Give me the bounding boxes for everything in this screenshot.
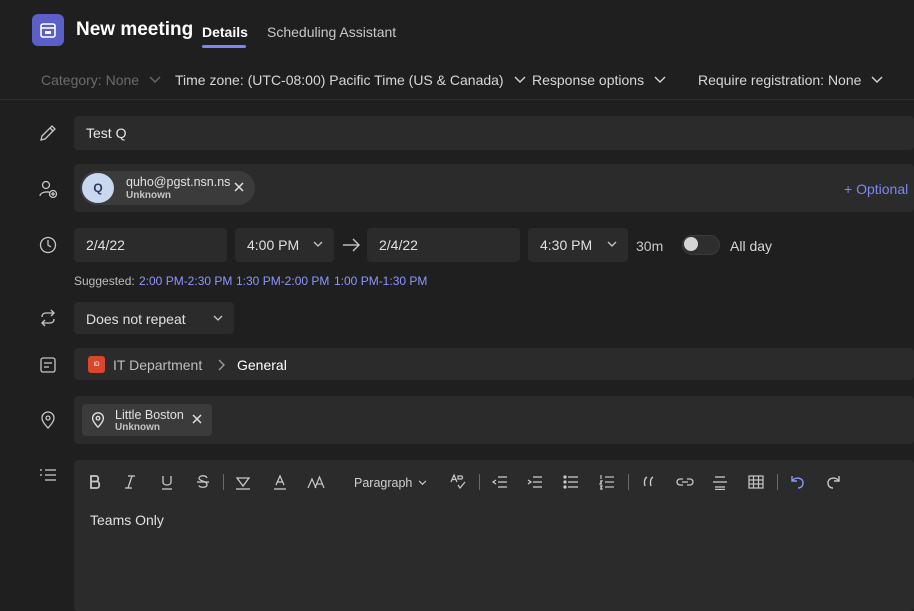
highlight-icon[interactable] [233, 472, 253, 492]
meeting-title-value: Test Q [86, 125, 127, 141]
end-date-value: 2/4/22 [379, 237, 418, 253]
team-name: IT Department [113, 357, 203, 373]
chevron-right-icon [216, 359, 226, 371]
tab-details[interactable]: Details [202, 24, 248, 40]
registration-dropdown[interactable]: Require registration: None [698, 72, 883, 88]
suggested-time-1[interactable]: 2:00 PM-2:30 PM [139, 274, 232, 288]
quote-icon[interactable] [639, 472, 659, 492]
location-pin-icon [89, 410, 107, 430]
location-name: Little Boston [115, 408, 184, 422]
attendee-email: quho@pgst.nsn.ns [126, 175, 231, 189]
bold-icon[interactable] [85, 472, 105, 492]
remove-attendee-icon[interactable] [232, 180, 246, 194]
timezone-label: Time zone: (UTC-08:00) Pacific Time (US … [175, 72, 504, 88]
suggested-label: Suggested: [74, 274, 135, 288]
link-icon[interactable] [675, 472, 695, 492]
toggle-knob [684, 237, 698, 251]
font-size-icon[interactable] [306, 472, 326, 492]
start-time-value: 4:00 PM [247, 237, 300, 253]
table-icon[interactable] [746, 472, 766, 492]
timezone-dropdown[interactable]: Time zone: (UTC-08:00) Pacific Time (US … [175, 72, 526, 88]
toolbar-divider [777, 474, 778, 490]
meeting-title-input[interactable] [74, 116, 914, 150]
page-title: New meeting [76, 19, 194, 40]
toolbar-divider [223, 474, 224, 490]
chevron-down-icon [654, 76, 666, 83]
calendar-icon [32, 14, 64, 46]
numbered-list-icon[interactable] [597, 472, 617, 492]
clock-icon [38, 235, 58, 255]
remove-location-icon[interactable] [190, 412, 204, 426]
tab-scheduling-assistant[interactable]: Scheduling Assistant [267, 24, 396, 40]
location-icon [38, 410, 58, 430]
italic-icon[interactable] [120, 472, 140, 492]
details-list-icon [38, 466, 58, 486]
registration-label: Require registration: None [698, 72, 862, 88]
repeat-value: Does not repeat [86, 311, 186, 327]
strikethrough-icon[interactable] [193, 472, 213, 492]
description-text: Teams Only [90, 512, 164, 528]
chevron-down-icon [419, 480, 427, 486]
channel-name: General [237, 357, 287, 373]
bulleted-list-icon[interactable] [561, 472, 581, 492]
end-time-value: 4:30 PM [540, 237, 593, 253]
category-dropdown[interactable]: Category: None [41, 72, 161, 88]
chevron-down-icon [313, 241, 323, 247]
active-tab-indicator [202, 45, 246, 48]
duration-label: 30m [636, 238, 664, 254]
avatar: Q [82, 173, 114, 203]
chevron-down-icon [514, 76, 526, 83]
format-painter-icon[interactable] [448, 472, 468, 492]
chevron-down-icon [149, 76, 161, 83]
underline-icon[interactable] [157, 472, 177, 492]
chevron-down-icon [213, 315, 223, 321]
decrease-indent-icon[interactable] [490, 472, 510, 492]
paragraph-style-label: Paragraph [354, 476, 413, 490]
toolbar-divider [479, 474, 480, 490]
paragraph-style-dropdown[interactable]: Paragraph [354, 476, 427, 490]
repeat-icon [38, 308, 58, 328]
attendee-status: Unknown [126, 190, 171, 201]
location-status: Unknown [115, 422, 160, 433]
all-day-label: All day [730, 238, 773, 254]
response-options-dropdown[interactable]: Response options [532, 72, 666, 88]
add-optional-attendee-link[interactable]: + Optional [844, 181, 908, 197]
chevron-down-icon [607, 241, 617, 247]
pencil-icon [38, 123, 58, 143]
start-date-value: 2/4/22 [86, 237, 125, 253]
chevron-down-icon [871, 76, 883, 83]
add-people-icon [38, 179, 58, 199]
increase-indent-icon[interactable] [525, 472, 545, 492]
suggested-time-2[interactable]: 1:30 PM-2:00 PM [236, 274, 329, 288]
toolbar-divider [628, 474, 629, 490]
category-label: Category: None [41, 72, 140, 88]
team-badge: ID [88, 356, 105, 373]
redo-icon[interactable] [823, 472, 843, 492]
arrow-right-icon [341, 236, 361, 254]
horizontal-rule-icon[interactable] [710, 472, 730, 492]
suggested-time-3[interactable]: 1:00 PM-1:30 PM [334, 274, 427, 288]
divider [0, 99, 914, 100]
font-color-icon[interactable] [270, 472, 290, 492]
undo-icon[interactable] [788, 472, 808, 492]
response-options-label: Response options [532, 72, 645, 88]
channel-icon [38, 355, 58, 375]
